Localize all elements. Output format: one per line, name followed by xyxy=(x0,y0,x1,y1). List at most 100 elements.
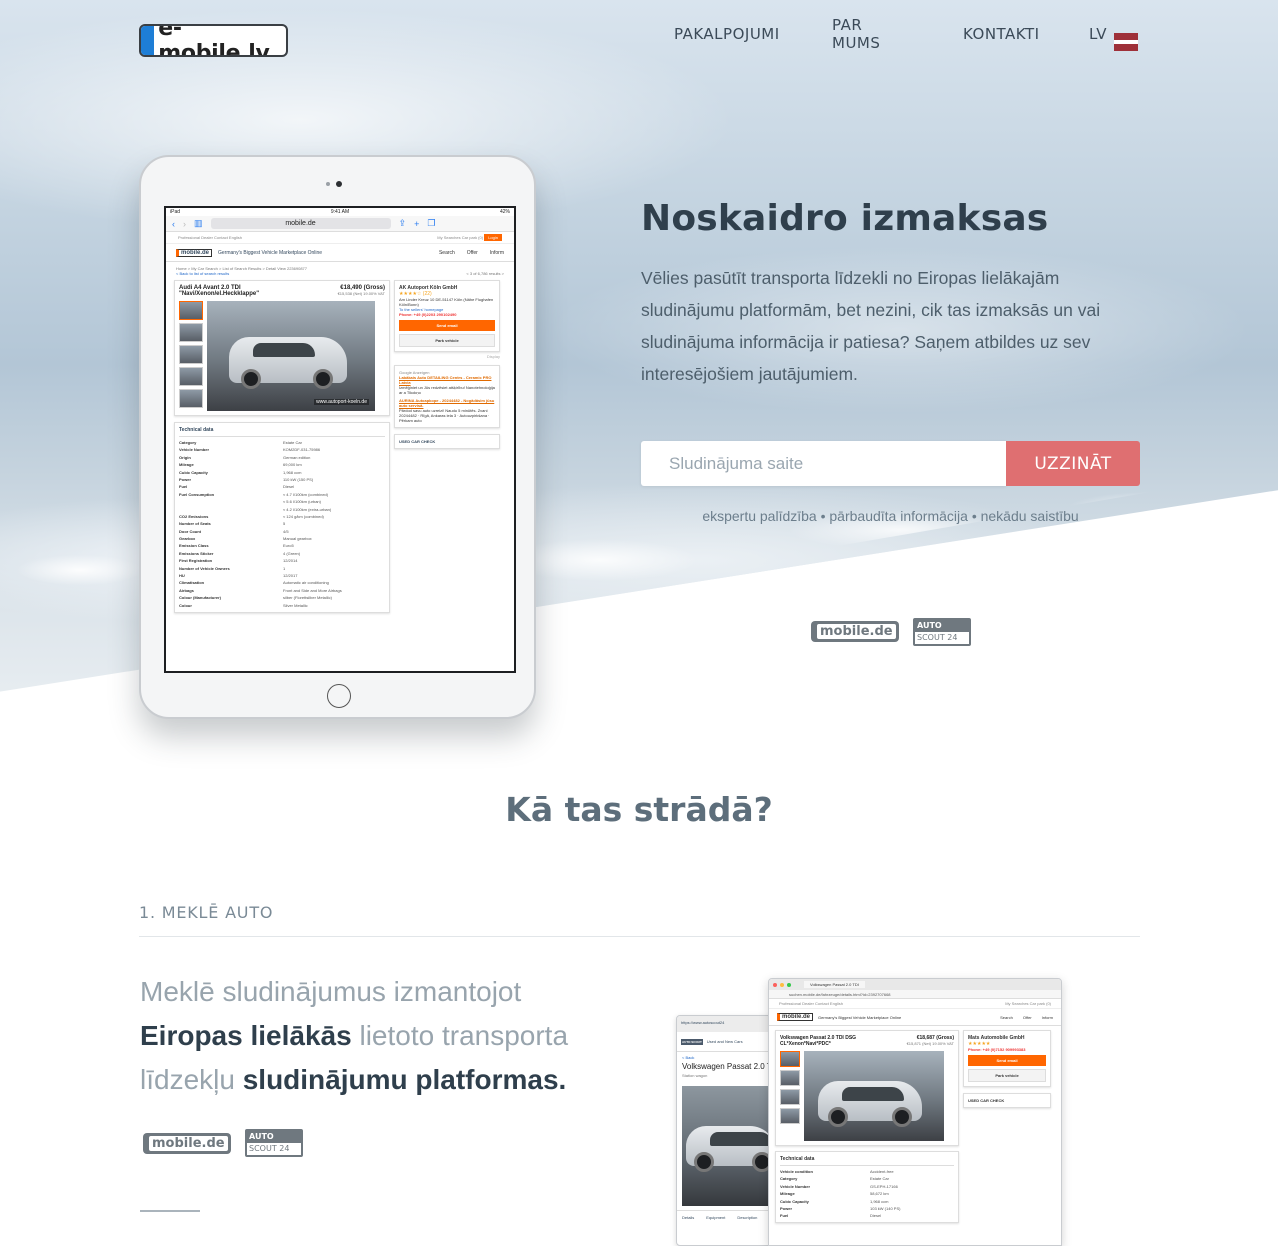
tablet-camera xyxy=(336,181,342,187)
car-photo: www.autoport-koeln.de xyxy=(207,301,375,411)
back-to-results: < Back to list of search results xyxy=(176,271,230,276)
nav-item-pakalpojumi[interactable]: PAKALPOJUMI xyxy=(674,25,780,43)
autoscout-top-text: AUTO xyxy=(915,620,969,632)
tech-value: 5 xyxy=(283,521,286,527)
autoscout-bottom-text: SCOUT 24 xyxy=(249,1144,290,1153)
tech-value: Diesel xyxy=(870,1213,882,1219)
mobile-de-brand-text: mobile.de xyxy=(149,1136,228,1151)
tech-value: ≈ 4.2 l/100km (extra-urban) xyxy=(283,506,332,512)
tablet-sensor xyxy=(326,182,330,186)
technical-data-card: Technical data Category Estate Car Vehicle… xyxy=(174,422,390,613)
tech-value: ≈ 5.6 l/100km (urban) xyxy=(283,499,321,505)
ad2-text: Pārdod savu auto uzreizi! Naudu 5 minūtē… xyxy=(399,408,490,423)
car-illustration xyxy=(229,337,347,389)
wheel xyxy=(313,369,333,389)
step-label: 1. MEKLĒ AUTO xyxy=(139,903,274,922)
tabs-icon: ❐ xyxy=(427,218,436,228)
thumbnail xyxy=(179,367,203,386)
safari-url-bar: mobile.de xyxy=(210,218,391,229)
browser-listing: Volkswagen Passat 2.0 TDI DSG CL*Xenon*N… xyxy=(769,1026,1061,1227)
tech-key: Number of Seats xyxy=(179,521,211,527)
logo-accent xyxy=(141,26,155,55)
tech-key xyxy=(179,507,283,512)
phone-url: https://www.autoscout24 xyxy=(681,1020,725,1025)
tech-value: Estate Car xyxy=(870,1176,889,1182)
tech-key: Mileage xyxy=(179,462,194,468)
listing-net-price: €15,538 (Net) 19.00% VAT xyxy=(337,291,385,296)
safari-toolbar: ‹ › ▥ mobile.de ⇪ + ❐ xyxy=(166,216,514,232)
tech-value: 4 (Green) xyxy=(283,550,301,556)
tech-value: silber (Florettsilber Metallic) xyxy=(283,595,332,601)
browser-listing-sidebar: Mats Automobile GmbH ★★★★★ Phone: +49 (0… xyxy=(963,1030,1051,1223)
status-battery: 42% xyxy=(499,209,510,215)
tech-key: Power xyxy=(780,1205,793,1211)
tech-key: Fuel xyxy=(179,484,188,490)
step-text-part: Meklē sludinājumus izmantojot xyxy=(140,976,522,1007)
tech-value: ≈ 4.7 l/100km (combined) xyxy=(283,491,329,497)
tech-key: Vehicle Number xyxy=(179,447,210,453)
technical-data-title: Technical data xyxy=(780,1156,954,1166)
tech-key: Door Count xyxy=(179,528,201,534)
tech-key: Fuel xyxy=(780,1213,789,1219)
phone-car-photo xyxy=(682,1086,775,1206)
latvia-flag-icon[interactable] xyxy=(1114,33,1138,51)
site-top-links: Professional Dealer Contact English xyxy=(178,235,243,240)
tech-value: 12/2017 xyxy=(283,573,298,579)
tech-value: Front and Side and More Airbags xyxy=(283,587,342,593)
nav-item-kontakti[interactable]: KONTAKTI xyxy=(963,25,1040,43)
section-divider xyxy=(139,936,1140,937)
thumbnail xyxy=(780,1108,800,1124)
desktop-browser-screenshot: Volkswagen Passat 2.0 TDI suchen.mobile.… xyxy=(768,978,1062,1246)
tech-key: HU xyxy=(179,573,185,579)
site-menu-offer: Offer xyxy=(466,249,478,256)
site-menu-search: Search xyxy=(438,249,455,256)
results-pager: < 3 of 6,786 results > xyxy=(466,271,504,276)
phone-screenshot: https://www.autoscout24 AUTO SCOUT Used a… xyxy=(676,1015,776,1246)
tech-key: Fuel Consumption xyxy=(179,491,215,497)
used-car-check: USED CAR CHECK xyxy=(963,1093,1051,1108)
language-selector[interactable]: LV xyxy=(1089,25,1107,43)
technical-data-title: Technical data xyxy=(179,427,385,437)
tech-key xyxy=(179,499,283,504)
site-top-links: Professional Dealer Contact English xyxy=(779,1001,844,1006)
tech-value: Accident-free xyxy=(870,1169,894,1174)
browser-site-header: mobile.de Germany's Biggest Vehicle Mark… xyxy=(769,1009,1061,1026)
technical-data-card: Technical data Vehicle condition Accident… xyxy=(775,1151,959,1224)
site-logo[interactable]: e-mobile.lv xyxy=(139,24,288,57)
nav-item-par-mums[interactable]: PAR MUMS xyxy=(832,16,880,52)
listing-net-price: €15,871 (Net) 19.00% VAT xyxy=(906,1041,954,1046)
back-icon: ‹ xyxy=(172,218,175,229)
thumbnail xyxy=(780,1089,800,1105)
share-icon: ⇪ xyxy=(398,218,407,228)
phone-tab-equipment: Equipment xyxy=(706,1215,726,1220)
site-menu-inform: Inform xyxy=(489,249,504,256)
listing-card: Audi A4 Avant 2.0 TDI "Navi/Xenon/el.Hec… xyxy=(174,280,390,416)
thumbnail xyxy=(179,301,203,320)
breadcrumb: Home > My Car Search > List of Search Re… xyxy=(166,262,514,276)
maximize-dot-icon xyxy=(787,982,791,987)
send-email-button: Send email xyxy=(399,320,495,331)
find-out-button[interactable]: UZZINĀT xyxy=(1006,441,1140,486)
browser-tab: Volkswagen Passat 2.0 TDI xyxy=(804,981,865,988)
logo-text: e-mobile.lv xyxy=(158,24,270,57)
tech-key: CO2 Emissions xyxy=(179,513,209,519)
mobile-de-logo: mobile.de xyxy=(777,1013,814,1021)
autoscout-bottom-text: SCOUT 24 xyxy=(917,633,958,642)
photo-watermark: www.autoport-koeln.de xyxy=(314,399,369,405)
browser-address: suchen.mobile.de/fahrzeuge/details.html?… xyxy=(769,990,1061,999)
technical-data-table: Category Estate Car Vehicle Number KOM2DF-0… xyxy=(179,440,385,608)
thumbnail xyxy=(179,389,203,408)
hero-tagline: ekspertu palīdzība • pārbaudīta informāc… xyxy=(702,508,1079,524)
phone-header: AUTO SCOUT Used and New Cars xyxy=(677,1032,775,1052)
wheel xyxy=(694,1152,714,1172)
tablet-home-button xyxy=(327,684,351,708)
how-it-works-title: Kā tas strādā? xyxy=(505,790,773,829)
tech-key: First Registration xyxy=(179,558,213,564)
ad1-text: Izmēģiniet un Jūs redzēsiet atšķirību! N… xyxy=(399,385,495,395)
thumbnail xyxy=(179,345,203,364)
thumbnail xyxy=(780,1051,800,1067)
tech-key: Colour xyxy=(179,602,192,608)
listing-url-input[interactable] xyxy=(641,441,1006,486)
forward-icon: › xyxy=(183,218,186,229)
dealer-card: Mats Automobile GmbH ★★★★★ Phone: +49 (0… xyxy=(963,1030,1051,1087)
